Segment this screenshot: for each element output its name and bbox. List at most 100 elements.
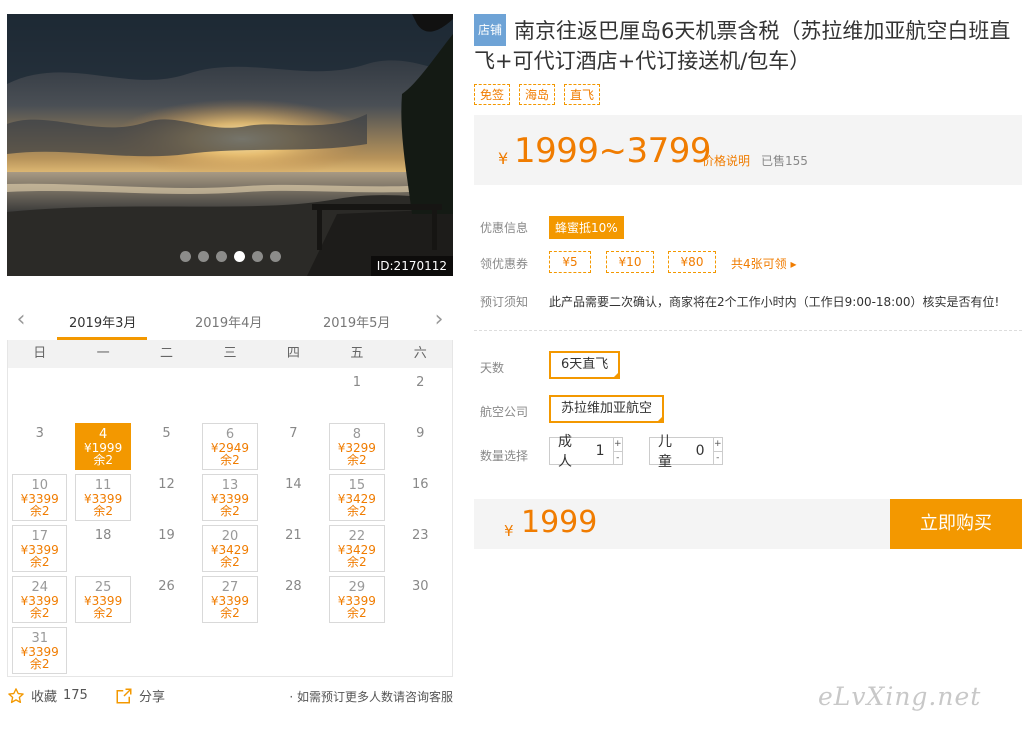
carousel-dot[interactable] <box>233 251 245 262</box>
days-option-selected[interactable]: 6天直飞 <box>549 351 621 379</box>
day-number: 28 <box>285 579 302 594</box>
calendar-day-inner: 9 <box>393 423 448 470</box>
adult-plus-button[interactable]: + <box>613 438 622 452</box>
calendar-day-inner[interactable]: 22 ¥3429 余2 <box>329 525 385 572</box>
calendar-day-inner[interactable]: 6 ¥2949 余2 <box>202 423 258 470</box>
photo-id-badge: ID:2170112 <box>370 256 453 276</box>
calendar-day[interactable]: 4 ¥1999 余2 <box>71 421 134 472</box>
day-number: 13 <box>221 478 239 493</box>
weekday-thu: 四 <box>286 346 300 361</box>
month-tab-march[interactable]: 2019年3月 <box>69 312 136 331</box>
calendar-day[interactable]: 6 ¥2949 余2 <box>198 421 261 472</box>
month-tab-april[interactable]: 2019年4月 <box>195 312 262 331</box>
coupon-5[interactable]: ¥5 <box>549 251 591 273</box>
carousel-dot[interactable] <box>251 251 263 262</box>
calendar-empty-cell <box>198 370 261 421</box>
calendar-day[interactable]: 8 ¥3299 余2 <box>325 421 388 472</box>
total-currency: ¥ <box>504 522 514 540</box>
carousel-dot[interactable] <box>179 251 191 262</box>
calendar-day[interactable]: 24 ¥3399 余2 <box>8 574 71 625</box>
calendar-day-inner[interactable]: 13 ¥3399 余2 <box>202 474 258 521</box>
calendar-day-inner[interactable]: 20 ¥3429 余2 <box>202 525 258 572</box>
calendar-day-inner[interactable]: 17 ¥3399 余2 <box>12 525 68 572</box>
carousel-dot[interactable] <box>197 251 209 262</box>
calendar-day[interactable]: 22 ¥3429 余2 <box>325 523 388 574</box>
calendar-day[interactable]: 31 ¥3399 余2 <box>8 625 71 676</box>
calendar-day-inner[interactable]: 24 ¥3399 余2 <box>12 576 68 623</box>
tag-island: 海岛 <box>519 84 556 105</box>
child-minus-button[interactable]: - <box>714 452 722 465</box>
weekday-mon: 一 <box>96 346 110 361</box>
total-price: 1999 <box>521 505 598 540</box>
calendar-day[interactable]: 27 ¥3399 余2 <box>198 574 261 625</box>
calendar-day[interactable]: 10 ¥3399 余2 <box>8 472 71 523</box>
day-number: 21 <box>285 528 302 543</box>
day-number: 31 <box>31 631 48 646</box>
child-count[interactable]: 0 <box>688 443 713 459</box>
calendar-day-inner: 23 <box>393 525 448 572</box>
share-button[interactable]: 分享 <box>115 686 165 705</box>
calendar-day-inner[interactable]: 4 ¥1999 余2 <box>75 423 131 470</box>
calendar-day-inner[interactable]: 15 ¥3429 余2 <box>329 474 385 521</box>
day-remaining: 余2 <box>29 555 50 569</box>
tag-visa-free: 免签 <box>474 84 511 105</box>
day-number: 1 <box>352 375 361 390</box>
child-plus-button[interactable]: + <box>713 438 722 452</box>
calendar-day-inner: 2 <box>393 372 448 419</box>
honey-discount-badge: 蜂蜜抵10% <box>549 216 624 239</box>
favorite-button[interactable]: 收藏 175 <box>7 686 88 705</box>
carousel-dot[interactable] <box>269 251 281 262</box>
calendar-day: 2 <box>389 370 452 421</box>
favorite-label: 收藏 <box>31 690 58 705</box>
airline-option-selected[interactable]: 苏拉维加亚航空 <box>549 395 665 423</box>
day-number: 12 <box>158 477 175 492</box>
calendar-day-inner[interactable]: 29 ¥3399 余2 <box>329 576 385 623</box>
calendar-day-inner[interactable]: 27 ¥3399 余2 <box>202 576 258 623</box>
next-month-arrow-icon[interactable]: › <box>429 309 449 331</box>
calendar-empty-cell <box>71 370 134 421</box>
prev-month-arrow-icon[interactable]: ‹ <box>11 309 31 331</box>
day-number: 10 <box>31 478 48 493</box>
price-explain-link[interactable]: 价格说明 <box>702 152 750 169</box>
day-remaining: 余2 <box>347 555 367 569</box>
month-tab-may[interactable]: 2019年5月 <box>323 312 390 331</box>
calendar-day-inner[interactable]: 31 ¥3399 余2 <box>12 627 68 674</box>
calendar-day-inner[interactable]: 11 ¥3399 余2 <box>75 474 131 521</box>
calendar-day-inner: 7 <box>266 423 321 470</box>
carousel-dot[interactable] <box>215 251 227 262</box>
consult-link[interactable]: · 如需预订更多人数请咨询客服 <box>289 688 453 705</box>
calendar-day-inner: 1 <box>329 372 384 419</box>
calendar-day-inner[interactable]: 25 ¥3399 余2 <box>75 576 131 623</box>
calendar-day[interactable]: 25 ¥3399 余2 <box>71 574 134 625</box>
coupon-10[interactable]: ¥10 <box>606 251 654 273</box>
product-photo[interactable]: ID:2170112 <box>7 14 453 276</box>
calendar-day-inner: 14 <box>266 474 321 521</box>
calendar-day[interactable]: 29 ¥3399 余2 <box>325 574 388 625</box>
day-number: 6 <box>225 427 235 442</box>
date-calendar: ‹ 2019年3月 2019年4月 2019年5月 › 日 一 二 三 四 五 … <box>7 300 453 677</box>
coupon-80[interactable]: ¥80 <box>668 251 716 273</box>
day-number: 15 <box>348 478 366 493</box>
buy-now-button[interactable]: 立即购买 <box>890 499 1022 549</box>
calendar-day[interactable]: 17 ¥3399 余2 <box>8 523 71 574</box>
calendar-day[interactable]: 20 ¥3429 余2 <box>198 523 261 574</box>
calendar-day: 18 <box>71 523 134 574</box>
adult-minus-button[interactable]: - <box>614 452 622 465</box>
calendar-day[interactable]: 13 ¥3399 余2 <box>198 472 261 523</box>
calendar-day: 21 <box>262 523 325 574</box>
day-remaining: 余2 <box>93 606 113 620</box>
days-label: 天数 <box>480 361 505 375</box>
month-tabs: ‹ 2019年3月 2019年4月 2019年5月 › <box>7 300 453 340</box>
calendar-day[interactable]: 11 ¥3399 余2 <box>71 472 134 523</box>
calendar-day-inner[interactable]: 8 ¥3299 余2 <box>329 423 385 470</box>
calendar-day-inner: 5 <box>139 423 194 470</box>
adult-count[interactable]: 1 <box>588 443 613 459</box>
calendar-day-inner[interactable]: 10 ¥3399 余2 <box>12 474 68 521</box>
coupon-more-link[interactable]: 共4张可领 ▸ <box>731 255 796 272</box>
calendar-day: 3 <box>8 421 71 472</box>
calendar-day[interactable]: 15 ¥3429 余2 <box>325 472 388 523</box>
calendar-day-inner <box>266 372 321 419</box>
weekday-sat: 六 <box>413 346 427 361</box>
weekday-wed: 三 <box>223 346 237 361</box>
calendar-day-inner: 18 <box>75 525 130 572</box>
